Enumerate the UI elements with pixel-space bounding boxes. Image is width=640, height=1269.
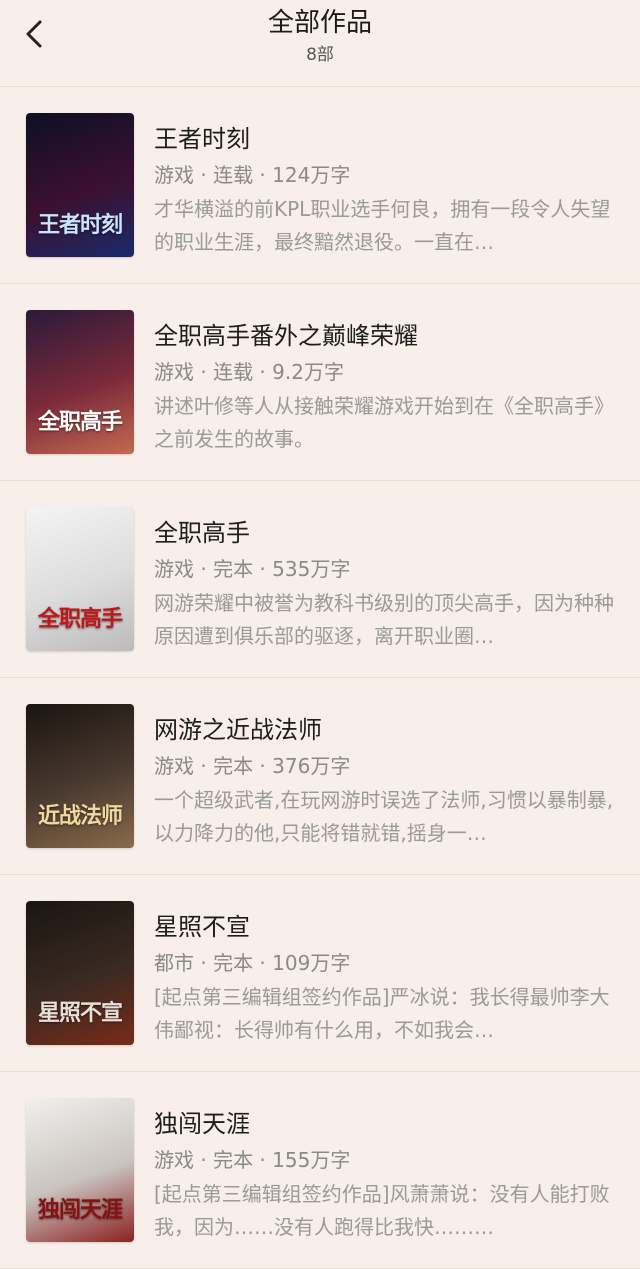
book-description: 网游荣耀中被誉为教科书级别的顶尖高手，因为种种原因遭到俱乐部的驱逐，离开职业圈…	[154, 591, 614, 648]
page-title: 全部作品	[267, 8, 372, 38]
cover-title-art: 王者时刻	[37, 212, 123, 238]
book-description: 一个超级武者,在玩网游时误选了法师,习惯以暴制暴,以力降力的他,只能将错就错,摇…	[154, 788, 614, 845]
book-title: 独闯天涯	[154, 1110, 250, 1138]
book-title: 全职高手	[154, 519, 250, 547]
book-cover[interactable]: 王者时刻	[26, 113, 134, 257]
book-item[interactable]: 全职高手 全职高手番外之巅峰荣耀游戏 · 连载 · 9.2万字讲述叶修等人从接触荣…	[0, 284, 640, 481]
book-meta: 游戏 · 完本 · 376万字	[154, 754, 351, 778]
book-meta: 游戏 · 连载 · 9.2万字	[154, 360, 344, 384]
page-subtitle: 8部	[306, 45, 334, 65]
book-title: 王者时刻	[154, 125, 250, 153]
book-item[interactable]: 王者时刻 王者时刻 游戏 · 连载 · 124万字 才华横溢的前KPL职业选手何良，拥…	[0, 87, 640, 284]
book-meta: 都市 · 完本 · 109万字	[154, 951, 351, 975]
book-item[interactable]: 独闯天涯 独闯天涯 游戏 · 完本 · 155万字 [起点第三编辑组签约作品]风萧萧说…	[0, 1072, 640, 1269]
book-cover[interactable]: 星照不宣	[26, 901, 134, 1045]
book-list: 王者时刻 王者时刻 游戏 · 连载 · 124万字 才华横溢的前KPL职业选手何良，拥…	[0, 87, 640, 1269]
book-description: 才华横溢的前KPL职业选手何良，拥有一段令人失望的职业生涯，最终黯然退役。一直在…	[154, 197, 611, 254]
book-meta: 游戏 · 完本 · 155万字	[154, 1148, 351, 1172]
book-cover[interactable]: 全职高手	[26, 507, 134, 651]
book-meta: 游戏 · 连载 · 124万字	[154, 163, 351, 187]
cover-title-art: 近战法师	[37, 803, 123, 829]
book-cover[interactable]: 近战法师	[26, 704, 134, 848]
book-item[interactable]: 星照不宣 星照不宣 都市 · 完本 · 109万字 [起点第三编辑组签约作品]严冰说：…	[0, 875, 640, 1072]
book-description: [起点第三编辑组签约作品]严冰说：我长得最帅李大伟鄙视：长得帅有什么用，不如我会…	[154, 985, 610, 1042]
top-bar: 全部作品 8部	[0, 0, 640, 87]
book-cover[interactable]: 独闯天涯	[26, 1098, 134, 1242]
cover-title-art: 独闯天涯	[37, 1197, 123, 1223]
book-item[interactable]: 全职高手 全职高手 游戏 · 完本 · 535万字 网游荣耀中被誉为教科书级别的顶尖高…	[0, 481, 640, 678]
book-meta: 游戏 · 完本 · 535万字	[154, 557, 351, 581]
book-title: 星照不宣	[154, 913, 250, 941]
cover-title-art: 全职高手	[37, 606, 123, 632]
cover-title-art: 全职高手	[37, 409, 123, 435]
cover-title-art: 星照不宣	[37, 1000, 123, 1026]
book-cover[interactable]: 全职高手	[26, 310, 134, 454]
book-title: 网游之近战法师	[154, 716, 322, 744]
book-description: [起点第三编辑组签约作品]风萧萧说：没有人能打败我，因为……没有人跑得比我快………	[154, 1182, 610, 1239]
book-item[interactable]: 近战法师 网游之近战法师游戏 · 完本 · 376万字一个超级武者,在玩网游时误选…	[0, 678, 640, 875]
book-description: 讲述叶修等人从接触荣耀游戏开始到在《全职高手》之前发生的故事。	[154, 394, 614, 451]
book-title: 全职高手番外之巅峰荣耀	[154, 322, 418, 350]
